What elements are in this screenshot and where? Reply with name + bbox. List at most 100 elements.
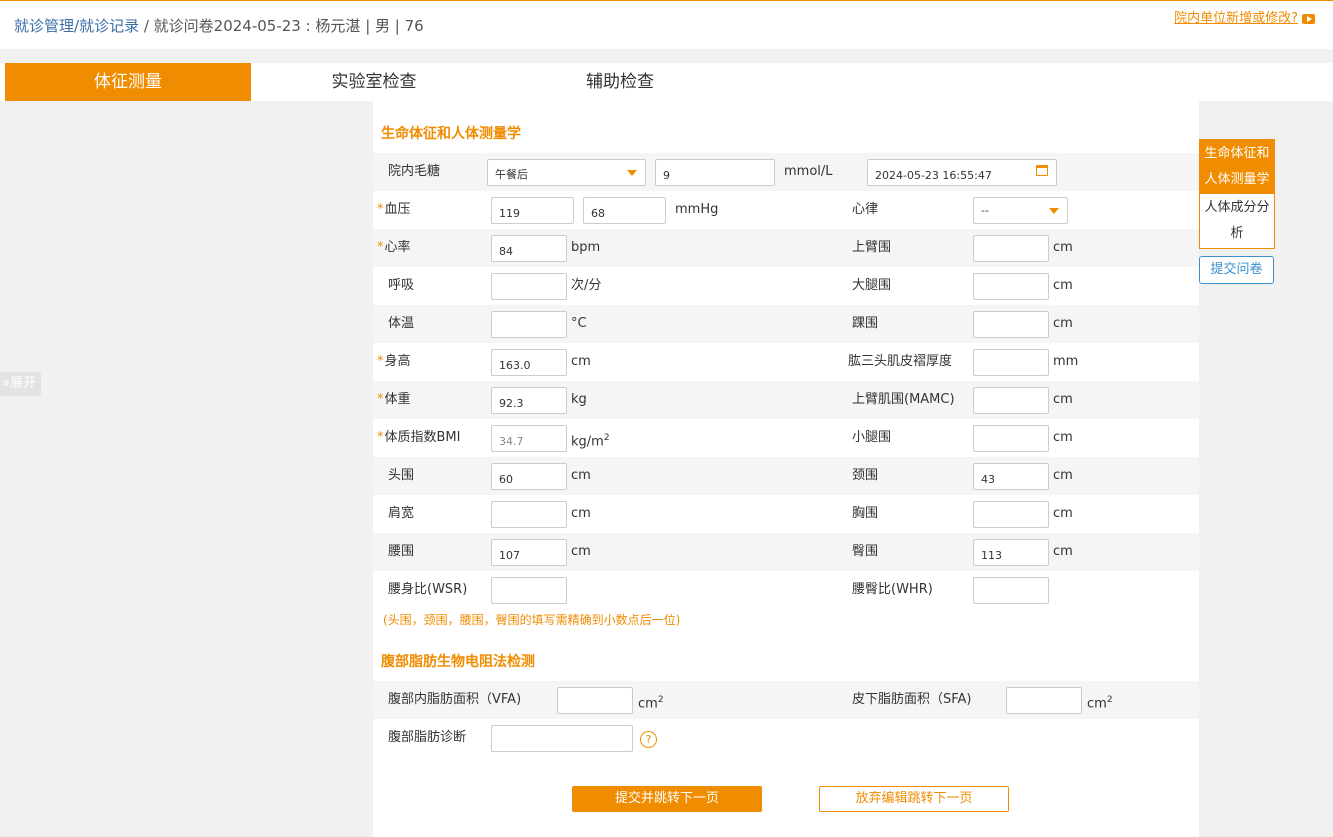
field-label: 皮下脂肪面积（SFA) [852,692,972,707]
tab-vital-signs[interactable]: 体征测量 [5,63,251,101]
glucose-input[interactable]: 9 [655,159,775,186]
shoulder-width-input[interactable] [491,501,567,528]
height-input[interactable]: 163.0 [491,349,567,376]
field-unit: bpm [571,240,601,255]
field-label: 腹部内脂肪面积（VFA) [388,692,522,707]
meal-time-select-value: 午餐后 [495,168,528,181]
field-unit: cm [571,354,591,369]
submit-and-next-button[interactable]: 提交并跳转下一页 [572,786,762,812]
section-nav: 生命体征和人体测量学 人体成分分析 [1199,139,1275,249]
field-label: 心律 [852,202,879,217]
submit-questionnaire-button[interactable]: 提交问卷 [1199,256,1274,284]
whr-input[interactable] [973,577,1049,604]
head-circumference-input[interactable]: 60 [491,463,567,490]
breadcrumb-visit-management[interactable]: 就诊管理 [14,17,74,35]
unit-superscript: 2 [1106,695,1113,705]
field-label: *身高 [377,343,411,381]
unit-superscript: 2 [657,695,664,705]
form-row-shoulder-width: 肩宽 cm 胸围 cm [373,495,1199,533]
hip-circumference-input[interactable]: 113 [973,539,1049,566]
form-row-weight: *体重 92.3 kg 上臂肌围(MAMC) cm [373,381,1199,419]
section-title-abdominal-fat: 腹部脂肪生物电阻法检测 [381,654,535,670]
label-text: 身高 [384,354,411,369]
field-label: 臀围 [852,544,879,559]
sfa-input[interactable] [1006,687,1082,714]
form-row-glucose: 院内毛糖 午餐后 9 mmol/L 2024-05-23 16:55:47 [373,153,1199,191]
field-unit: 次/分 [571,278,602,293]
field-unit: mmHg [675,202,719,217]
field-unit: cm [1053,240,1073,255]
fat-diagnosis-input[interactable] [491,725,633,752]
triceps-skinfold-input[interactable] [973,349,1049,376]
chest-circumference-input[interactable] [973,501,1049,528]
form-row-bmi: *体质指数BMI 34.7 kg/m2 小腿围 cm [373,419,1199,457]
field-unit: cm2 [1087,681,1113,723]
section-nav-body-composition[interactable]: 人体成分分析 [1200,194,1274,248]
field-label: 肱三头肌皮褶厚度 [848,354,953,369]
field-label: 小腿围 [852,430,892,445]
caret-down-icon [627,170,637,176]
field-unit: cm [1053,430,1073,445]
section-nav-vitals[interactable]: 生命体征和人体测量学 [1200,140,1274,194]
form-row-respiration: 呼吸 次/分 大腿围 cm [373,267,1199,305]
form-row-blood-pressure: *血压 119 68 mmHg 心律 -- [373,191,1199,229]
thigh-circumference-input[interactable] [973,273,1049,300]
required-marker: * [377,202,384,217]
field-unit: cm [571,544,591,559]
form-row-heart-rate: *心率 84 bpm 上臂围 cm [373,229,1199,267]
heart-rate-input[interactable]: 84 [491,235,567,262]
field-unit: cm [1053,544,1073,559]
field-unit: cm [571,506,591,521]
respiration-input[interactable] [491,273,567,300]
measurement-datetime-value: 2024-05-23 16:55:47 [875,169,992,182]
heart-rhythm-select[interactable]: -- [973,197,1068,224]
calendar-icon [1036,165,1048,176]
neck-circumference-input[interactable]: 43 [973,463,1049,490]
temperature-input[interactable] [491,311,567,338]
meal-time-select[interactable]: 午餐后 [487,159,646,186]
top-bar: 就诊管理/就诊记录 / 就诊问卷2024-05-23 : 杨元湛 | 男 | 7… [0,0,1333,49]
field-unit: cm [1053,506,1073,521]
field-label: 腹部脂肪诊断 [388,730,467,745]
field-label: 头围 [388,468,415,483]
diastolic-input[interactable]: 68 [583,197,666,224]
field-label: 呼吸 [388,278,415,293]
unit-superscript: 2 [603,433,610,443]
label-text: 体质指数BMI [384,430,461,445]
form-row-height: *身高 163.0 cm 肱三头肌皮褶厚度 mm [373,343,1199,381]
label-text: 心率 [384,240,411,255]
upper-arm-circumference-input[interactable] [973,235,1049,262]
mamc-input[interactable] [973,387,1049,414]
field-label: 上臂肌围(MAMC) [852,392,955,407]
caret-down-icon [1049,208,1059,214]
tab-lab-tests[interactable]: 实验室检查 [251,63,497,101]
form-row-temperature: 体温 °C 踝围 cm [373,305,1199,343]
unit-edit-link[interactable]: 院内单位新增或修改? [1174,7,1315,26]
unit-text: cm [638,696,658,712]
vfa-input[interactable] [557,687,633,714]
field-unit: °C [571,316,587,331]
weight-input[interactable]: 92.3 [491,387,567,414]
help-icon[interactable]: ? [640,731,657,748]
waist-circumference-input[interactable]: 107 [491,539,567,566]
field-label: *体重 [377,381,411,419]
tab-auxiliary-tests[interactable]: 辅助检查 [497,63,743,101]
expand-label: 展开 [9,376,36,391]
expand-sidebar-button[interactable]: »展开 [0,372,41,396]
required-marker: * [377,354,384,369]
bmi-input[interactable]: 34.7 [491,425,567,452]
precision-note: (头围，颈围，腰围，臀围的填写需精确到小数点后一位) [383,613,681,627]
ankle-circumference-input[interactable] [973,311,1049,338]
field-label: 颈围 [852,468,879,483]
required-marker: * [377,430,384,445]
questionnaire-form: 生命体征和人体测量学 院内毛糖 午餐后 9 mmol/L 2024-05-23 … [373,101,1199,837]
measurement-datetime-input[interactable]: 2024-05-23 16:55:47 [867,159,1057,186]
discard-and-next-button[interactable]: 放弃编辑跳转下一页 [819,786,1009,812]
field-label: 腰身比(WSR) [388,582,468,597]
systolic-input[interactable]: 119 [491,197,574,224]
breadcrumb-visit-records[interactable]: /就诊记录 [74,17,139,35]
wsr-input[interactable] [491,577,567,604]
double-chevron-right-icon: » [2,376,10,391]
calf-circumference-input[interactable] [973,425,1049,452]
glucose-unit: mmol/L [784,164,833,179]
